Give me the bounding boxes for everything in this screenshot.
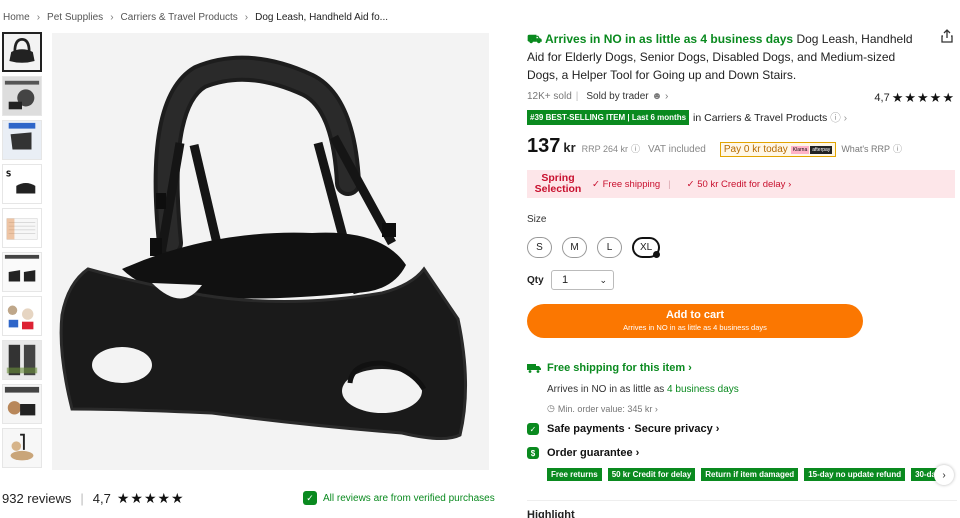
whats-rrp-link[interactable]: What's RRP xyxy=(841,144,890,154)
share-icon[interactable] xyxy=(940,29,954,43)
qty-value: 1 xyxy=(562,274,569,286)
divider xyxy=(527,500,957,501)
safe-payments-link[interactable]: ✓ Safe payments · Secure privacy › xyxy=(527,423,719,435)
thumbnail-1[interactable] xyxy=(2,32,42,72)
promo-title: Spring Selection xyxy=(534,172,582,195)
product-title: ⛟ Arrives in NO in as little as 4 busine… xyxy=(527,30,922,84)
check-icon: ✓ xyxy=(686,178,698,190)
best-seller-row[interactable]: #39 BEST-SELLING ITEM | Last 6 months in… xyxy=(527,110,847,125)
arrival-days: 4 business days xyxy=(667,384,739,395)
promo-credit[interactable]: ✓ 50 kr Credit for delay › xyxy=(687,179,792,190)
seller-link[interactable]: Sold by trader xyxy=(586,91,648,102)
shield-icon: ✓ xyxy=(303,491,317,505)
thumbnail-3[interactable] xyxy=(2,120,42,160)
chevron-right-icon[interactable]: › xyxy=(934,465,954,485)
price-row: 137 kr RRP 264 kr ⓘ VAT included Pay 0 k… xyxy=(527,135,902,158)
size-option-m[interactable]: M xyxy=(562,237,587,258)
guarantee-icon: $ xyxy=(527,447,539,459)
size-options: S M L XL xyxy=(527,237,670,258)
breadcrumb-current: Dog Leash, Handheld Aid fo... xyxy=(255,12,389,23)
pay-later-badge[interactable]: Pay 0 kr today Klarna afterpay xyxy=(719,142,837,157)
tag-free-returns: Free returns xyxy=(547,468,602,481)
guarantee-tags: Free returns 50 kr Credit for delay Retu… xyxy=(547,468,938,481)
price-unit: kr xyxy=(563,140,576,155)
chevron-right-icon: › xyxy=(244,12,249,23)
breadcrumb: Home › Pet Supplies › Carriers & Travel … xyxy=(3,12,388,23)
qty-label: Qty xyxy=(527,275,544,286)
breadcrumb-pet-supplies[interactable]: Pet Supplies xyxy=(47,12,103,23)
add-to-cart-label: Add to cart xyxy=(665,309,725,321)
thumbnail-2[interactable] xyxy=(2,76,42,116)
breadcrumb-carriers[interactable]: Carriers & Travel Products xyxy=(121,12,238,23)
divider: | xyxy=(668,178,671,190)
chevron-right-icon: › xyxy=(110,12,114,23)
chevron-down-icon: ⌄ xyxy=(599,274,607,285)
add-to-cart-sublabel: Arrives in NO in as little as 4 business… xyxy=(623,323,767,332)
verified-text: All reviews are from verified purchases xyxy=(323,492,495,504)
thumbnail-7[interactable] xyxy=(2,296,42,336)
star-rating-icon: ★★★★★ xyxy=(116,490,185,506)
product-rating[interactable]: 4,7 ★★★★★ xyxy=(874,90,955,106)
truck-icon: ⛟ xyxy=(527,32,545,46)
thumbnail-9[interactable] xyxy=(2,384,42,424)
vat-label: VAT included xyxy=(648,144,706,155)
sales-row: 12K+ sold | Sold by trader ☻ › 4,7 ★★★★★ xyxy=(527,90,957,105)
truck-icon xyxy=(527,364,541,373)
order-guarantee-link[interactable]: $ Order guarantee › xyxy=(527,447,639,459)
thumbnail-4[interactable]: S xyxy=(2,164,42,204)
review-count[interactable]: 932 reviews xyxy=(2,491,71,506)
afterpay-logo: afterpay xyxy=(810,145,833,154)
add-to-cart-button[interactable]: Add to cart Arrives in NO in as little a… xyxy=(527,304,863,338)
klarna-logo: Klarna xyxy=(790,145,810,154)
size-label: Size xyxy=(527,214,547,225)
chevron-right-icon: › xyxy=(36,12,41,23)
shipping-arrival: Arrives in NO in as little as 4 business… xyxy=(547,384,739,395)
divider: | xyxy=(80,491,84,506)
highlight-heading: Highlight xyxy=(527,509,575,518)
arrival-highlight: ⛟ Arrives in NO in as little as 4 busine… xyxy=(527,32,794,46)
promo-banner[interactable]: Spring Selection ✓ Free shipping | ✓ 50 … xyxy=(527,170,955,198)
min-order[interactable]: ◷ Min. order value: 345 kr › xyxy=(547,403,658,414)
reviews-summary[interactable]: 932 reviews | 4,7 ★★★★★ xyxy=(2,490,185,507)
qty-select[interactable]: 1 ⌄ xyxy=(551,270,614,290)
tag-return-damaged: Return if item damaged xyxy=(701,468,799,481)
rrp-price: RRP 264 kr xyxy=(581,144,629,154)
tag-credit-delay: 50 kr Credit for delay xyxy=(607,468,696,481)
thumbnail-5[interactable] xyxy=(2,208,42,248)
tag-no-update-refund: 15-day no update refund xyxy=(804,468,906,481)
star-rating-icon: ★★★★★ xyxy=(891,90,955,105)
thumbnail-strip: S xyxy=(2,32,43,472)
divider: | xyxy=(575,91,579,102)
thumbnail-8[interactable] xyxy=(2,340,42,380)
thumbnail-6[interactable] xyxy=(2,252,42,292)
thumbnail-10[interactable] xyxy=(2,428,42,468)
help-icon[interactable]: ⓘ › xyxy=(830,110,847,125)
review-rating: 4,7 xyxy=(92,491,111,506)
shield-icon: ✓ xyxy=(527,423,539,435)
svg-text:S: S xyxy=(6,169,11,178)
free-shipping-link[interactable]: Free shipping for this item › xyxy=(527,362,692,374)
best-seller-badge: #39 BEST-SELLING ITEM | Last 6 months xyxy=(527,110,690,125)
help-icon[interactable]: ⓘ xyxy=(631,142,640,155)
verified-notice: ✓ All reviews are from verified purchase… xyxy=(303,491,495,505)
price-value: 137 xyxy=(527,135,561,157)
promo-free-shipping: ✓ Free shipping xyxy=(592,178,661,190)
breadcrumb-home[interactable]: Home xyxy=(3,12,30,23)
best-seller-category[interactable]: in Carriers & Travel Products xyxy=(693,112,827,124)
check-icon: ✓ xyxy=(592,178,603,190)
sold-count: 12K+ sold xyxy=(527,91,572,102)
product-info: ⛟ Arrives in NO in as little as 4 busine… xyxy=(527,30,957,84)
main-product-image[interactable] xyxy=(52,33,489,470)
help-icon[interactable]: ⓘ xyxy=(893,142,902,155)
size-option-l[interactable]: L xyxy=(597,237,622,258)
size-option-xl[interactable]: XL xyxy=(632,237,661,258)
seller-badge-icon: ☻ › xyxy=(651,91,669,102)
size-option-s[interactable]: S xyxy=(527,237,552,258)
clock-icon: ◷ xyxy=(547,403,555,413)
